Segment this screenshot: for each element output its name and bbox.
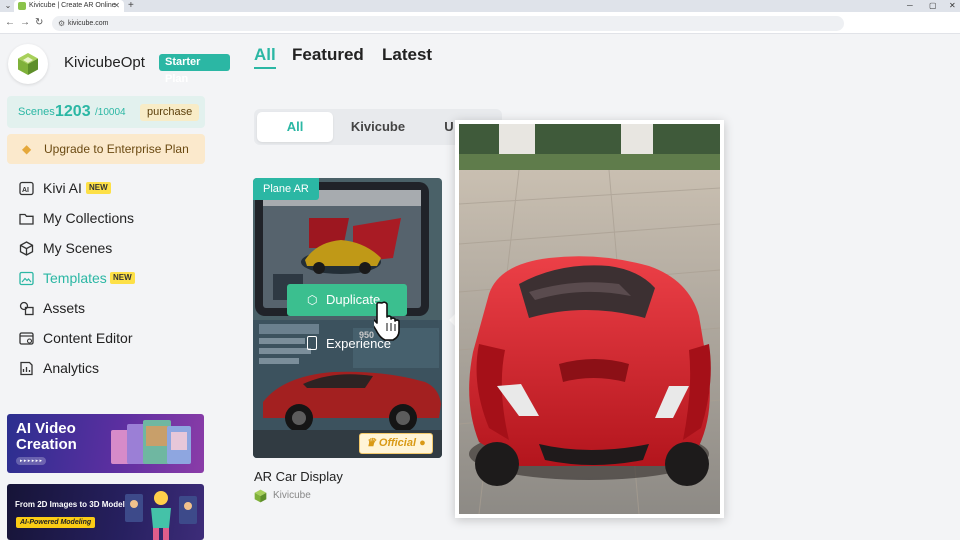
ai-video-banner[interactable]: AI Video Creation ▸ ▸ ▸ ▸ ▸ ▸: [7, 414, 204, 473]
address-bar-row: ← → ↻ ⚙ kivicube.com: [0, 12, 960, 34]
sidebar-item-my-scenes[interactable]: My Scenes: [19, 238, 219, 258]
hand-cursor-icon: [374, 301, 400, 341]
duplicate-label: Duplicate: [326, 292, 381, 307]
forward-icon[interactable]: →: [20, 16, 30, 30]
filter-all[interactable]: All: [257, 112, 333, 142]
chevron-down-icon[interactable]: ⌄: [3, 1, 13, 11]
new-badge: NEW: [86, 182, 111, 194]
banner-title: From 2D Images to 3D Models: [15, 500, 130, 509]
card-title[interactable]: AR Car Display: [254, 469, 343, 484]
sidebar-item-label: Kivi AI: [43, 180, 82, 196]
browser-tab[interactable]: Kivicube | Create AR Online ✕: [14, 0, 124, 12]
sidebar: KivicubeOpt Starter Plan Scenes 1203 /10…: [0, 35, 230, 540]
username: KivicubeOpt: [64, 54, 145, 71]
banner-subtitle-pill: ▸ ▸ ▸ ▸ ▸ ▸: [16, 457, 47, 465]
card-type-badge: Plane AR: [253, 178, 319, 200]
official-label: Official: [378, 437, 417, 449]
purchase-button[interactable]: purchase: [140, 104, 200, 121]
svg-text:AI: AI: [22, 187, 29, 194]
tab-all[interactable]: All: [254, 45, 276, 65]
back-icon[interactable]: ←: [5, 16, 15, 30]
sidebar-item-assets[interactable]: Assets: [19, 298, 219, 318]
scenes-max: /10004: [95, 107, 126, 118]
ai-icon: AI: [19, 181, 34, 196]
tab-latest[interactable]: Latest: [382, 45, 432, 65]
sidebar-item-templates[interactable]: Templates NEW: [19, 268, 219, 288]
cube-icon: [19, 241, 34, 256]
minimize-icon[interactable]: ─: [907, 0, 913, 12]
diamond-icon: ◆: [22, 142, 32, 156]
card-hover-overlay: [253, 178, 442, 458]
official-badge: ♛ Official ●: [359, 433, 433, 454]
duplicate-icon: ⬡: [307, 293, 318, 307]
tab-title: Kivicube | Create AR Online: [29, 2, 116, 9]
sidebar-item-analytics[interactable]: Analytics: [19, 358, 219, 378]
template-icon: [19, 271, 34, 286]
sidebar-item-content-editor[interactable]: Content Editor: [19, 328, 219, 348]
filter-kivicube[interactable]: Kivicube: [336, 112, 420, 142]
upgrade-button[interactable]: ◆ Upgrade to Enterprise Plan: [7, 134, 205, 164]
upgrade-label: Upgrade to Enterprise Plan: [44, 142, 189, 156]
browser-tab-bar: ⌄ Kivicube | Create AR Online ✕ + ─ ▢ ✕: [0, 0, 960, 12]
sidebar-item-label: Content Editor: [43, 330, 133, 346]
favicon-icon: [18, 2, 26, 10]
plan-badge: Starter Plan: [159, 54, 230, 85]
editor-icon: [19, 332, 34, 345]
plus-icon[interactable]: +: [128, 0, 134, 12]
tab-featured[interactable]: Featured: [292, 45, 364, 65]
banner-title: AI Video Creation: [16, 420, 77, 453]
site-info-icon[interactable]: ⚙: [58, 17, 65, 30]
sidebar-item-label: Templates: [43, 270, 107, 286]
card-author: Kivicube: [273, 490, 311, 501]
template-card[interactable]: 950 Plane AR ⬡ Duplicate Experience ♛ Of…: [253, 178, 442, 458]
2d-to-3d-banner[interactable]: From 2D Images to 3D Models AI-Powered M…: [7, 484, 204, 540]
video-thumbnails-illustration: [111, 420, 191, 464]
folder-icon: [19, 213, 34, 225]
author-avatar-icon: [254, 489, 267, 503]
url-input[interactable]: ⚙ kivicube.com: [52, 16, 844, 31]
phone-icon: [307, 336, 317, 350]
analytics-icon: [20, 361, 33, 376]
new-badge: NEW: [110, 272, 135, 284]
sidebar-item-label: Analytics: [43, 360, 100, 376]
close-window-icon[interactable]: ✕: [949, 0, 956, 12]
ar-preview-image: [458, 124, 721, 515]
scenes-quota: Scenes 1203 /10004 purchase: [7, 96, 205, 128]
scenes-count: 1203: [55, 103, 91, 120]
scenes-label: Scenes: [18, 106, 55, 118]
sidebar-item-label: My Scenes: [43, 240, 113, 256]
sidebar-item-label: Assets: [43, 300, 86, 316]
3d-characters-illustration: [125, 491, 197, 540]
sidebar-item-label: My Collections: [43, 210, 135, 226]
maximize-icon[interactable]: ▢: [929, 0, 937, 12]
reload-icon[interactable]: ↻: [35, 16, 43, 30]
banner-badge: AI-Powered Modeling: [16, 517, 96, 528]
url-text: kivicube.com: [68, 20, 109, 27]
close-icon[interactable]: ✕: [113, 0, 120, 12]
cube-logo-icon: [18, 53, 38, 75]
ar-preview-popover: [455, 120, 724, 518]
shapes-icon: [19, 301, 34, 316]
sidebar-item-kivi-ai[interactable]: AI Kivi AI NEW: [19, 178, 219, 198]
sidebar-item-my-collections[interactable]: My Collections: [19, 208, 219, 228]
tab-active-underline: [254, 67, 276, 69]
logo[interactable]: [8, 44, 48, 84]
